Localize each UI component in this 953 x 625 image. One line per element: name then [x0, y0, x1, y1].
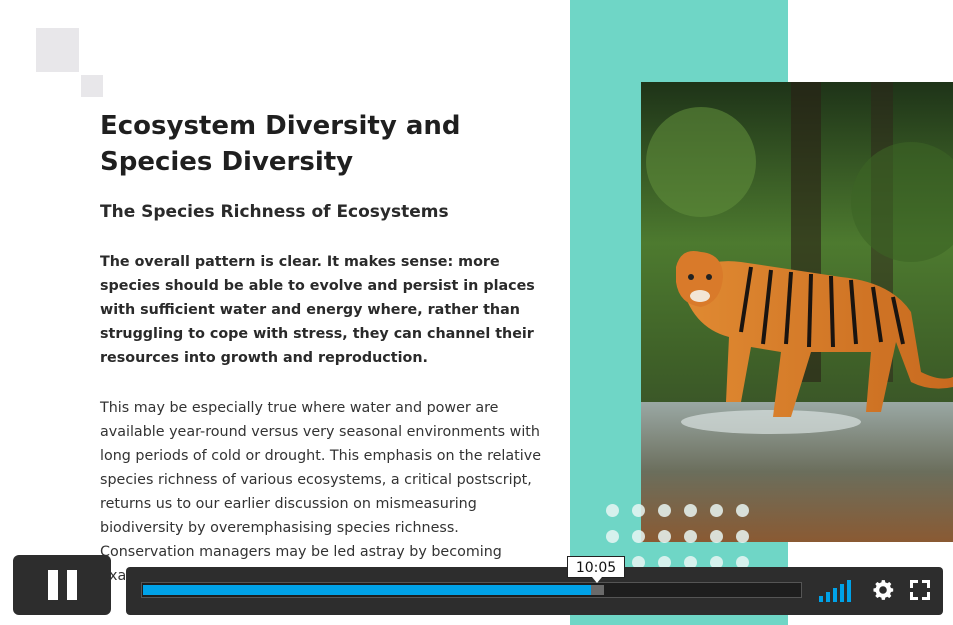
- lead-paragraph: The overall pattern is clear. It makes s…: [100, 254, 535, 366]
- pause-icon-bar: [66, 570, 77, 600]
- slide-subtitle: The Species Richness of Ecosystems: [100, 202, 449, 222]
- volume-icon[interactable]: [819, 580, 857, 602]
- gear-icon[interactable]: [870, 577, 896, 603]
- decorative-square-small: [81, 75, 103, 97]
- slide-title: Ecosystem Diversity and Species Diversit…: [100, 111, 461, 177]
- body-paragraph: This may be especially true where water …: [100, 400, 541, 584]
- seek-bar[interactable]: [141, 582, 802, 598]
- tiger-photo: [641, 82, 953, 542]
- slide-content: Ecosystem Diversity and Species Diversit…: [100, 108, 548, 588]
- pause-button[interactable]: [13, 555, 111, 615]
- tiger-illustration: [641, 82, 953, 542]
- player-controls: [126, 567, 943, 615]
- fullscreen-icon[interactable]: [908, 578, 932, 602]
- played-range: [143, 585, 591, 595]
- decorative-dot-grid: [606, 504, 756, 574]
- pause-icon: [47, 570, 58, 600]
- decorative-square: [36, 28, 79, 72]
- current-time-tooltip: 10:05: [567, 556, 625, 583]
